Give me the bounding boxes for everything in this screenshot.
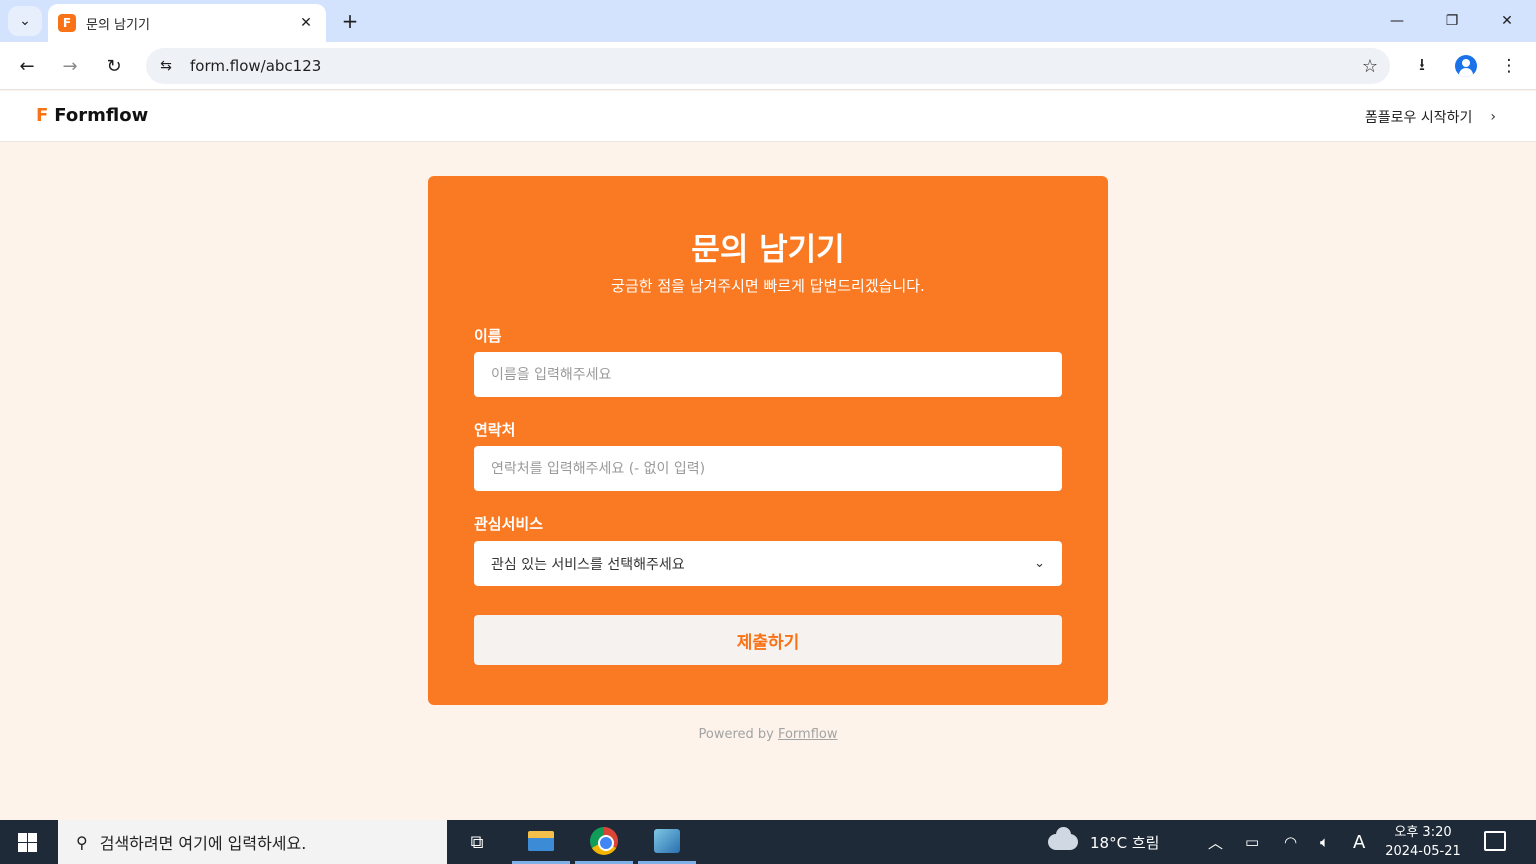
service-label: 관심서비스 <box>474 515 544 533</box>
submit-button[interactable]: 제출하기 <box>474 615 1062 665</box>
back-arrow-icon[interactable]: ← <box>13 52 41 80</box>
file-explorer-icon[interactable] <box>512 820 570 864</box>
contact-field[interactable] <box>474 446 1062 491</box>
search-icon: ⚲ <box>76 832 88 852</box>
chevron-right-icon: › <box>1490 109 1496 125</box>
browser-tab-active[interactable]: F 문의 남기기 ✕ <box>48 4 326 42</box>
browser-menu-icon[interactable]: ⋮ <box>1495 52 1523 80</box>
taskbar-search-placeholder: 검색하려면 여기에 입력하세요. <box>99 834 307 853</box>
chrome-icon[interactable] <box>575 820 633 864</box>
task-view-icon[interactable]: ⧉ <box>448 820 506 864</box>
form-subtitle: 궁금한 점을 남겨주시면 빠르게 답변드리겠습니다. <box>611 277 925 295</box>
clock-date: 2024-05-21 <box>1385 844 1461 859</box>
taskbar-clock[interactable]: 오후 3:20 2024-05-21 <box>1378 823 1468 861</box>
address-bar[interactable]: ⇆ form.flow/abc123 ☆ <box>146 48 1390 84</box>
inquiry-form-card: 문의 남기기 궁금한 점을 남겨주시면 빠르게 답변드리겠습니다. 이름 연락처… <box>428 176 1108 705</box>
powered-by-prefix: Powered by <box>698 727 778 742</box>
start-link-label: 폼플로우 시작하기 <box>1364 110 1473 126</box>
contact-input[interactable] <box>491 460 1045 477</box>
formflow-favicon-icon: F <box>58 14 76 32</box>
windows-start-icon[interactable] <box>12 831 44 853</box>
profile-avatar-icon[interactable] <box>1452 52 1480 80</box>
tab-title: 문의 남기기 <box>86 17 150 33</box>
browser-tabbar: ⌄ F 문의 남기기 ✕ + — ❐ ✕ <box>0 0 1536 42</box>
download-icon[interactable]: ⭳ <box>1408 52 1436 80</box>
new-tab-plus-icon[interactable]: + <box>338 9 362 33</box>
minimize-icon[interactable]: — <box>1382 8 1412 34</box>
weather-widget[interactable]: 18°C 흐림 <box>1048 820 1159 864</box>
contact-label: 연락처 <box>474 421 516 439</box>
notification-icon[interactable] <box>1484 831 1506 851</box>
taskbar-search-box[interactable]: ⚲ 검색하려면 여기에 입력하세요. <box>58 820 447 864</box>
start-formflow-link[interactable]: 폼플로우 시작하기 › <box>1365 107 1496 127</box>
chevron-down-icon: ⌄ <box>1034 556 1045 571</box>
reload-icon[interactable]: ↻ <box>100 52 128 80</box>
cloud-icon <box>1048 827 1078 850</box>
site-header: F Formflow 폼플로우 시작하기 › <box>0 91 1536 142</box>
formflow-logo[interactable]: F Formflow <box>36 105 148 126</box>
clock-time: 오후 3:20 <box>1394 825 1452 840</box>
powered-by-footer: Powered by Formflow <box>0 727 1536 742</box>
logo-text: Formflow <box>54 105 149 126</box>
service-select-value: 관심 있는 서비스를 선택해주세요 <box>491 556 685 573</box>
wifi-icon[interactable]: ◠ <box>1284 820 1297 864</box>
form-title: 문의 남기기 <box>691 232 845 268</box>
url-text[interactable]: form.flow/abc123 <box>190 57 1350 75</box>
ime-indicator[interactable]: A <box>1353 820 1365 864</box>
tab-close-icon[interactable]: ✕ <box>296 15 316 31</box>
volume-icon[interactable]: 🔈︎ <box>1320 820 1329 864</box>
window-close-icon[interactable]: ✕ <box>1492 8 1522 34</box>
app-window-icon[interactable] <box>638 820 696 864</box>
bookmark-star-icon[interactable]: ☆ <box>1350 56 1390 77</box>
name-label: 이름 <box>474 327 502 345</box>
show-hidden-icons-chevron-up-icon[interactable]: ︿ <box>1208 820 1223 864</box>
tab-search-chevron-down-icon[interactable]: ⌄ <box>8 6 42 36</box>
site-settings-icon[interactable]: ⇆ <box>156 58 176 74</box>
windows-taskbar: ⚲ 검색하려면 여기에 입력하세요. ⧉ 18°C 흐림 ︿ ▭ ◠ 🔈︎ A … <box>0 820 1536 864</box>
browser-toolbar: ← → ↻ ⇆ form.flow/abc123 ☆ ⭳ ⋮ <box>0 42 1536 90</box>
restore-icon[interactable]: ❐ <box>1437 8 1467 34</box>
battery-icon[interactable]: ▭ <box>1245 820 1259 864</box>
name-input[interactable] <box>491 366 1045 383</box>
formflow-logo-icon: F <box>36 105 49 126</box>
forward-arrow-icon[interactable]: → <box>56 52 84 80</box>
formflow-footer-link[interactable]: Formflow <box>778 727 838 742</box>
weather-text: 18°C 흐림 <box>1090 833 1160 852</box>
name-field[interactable] <box>474 352 1062 397</box>
service-select[interactable]: 관심 있는 서비스를 선택해주세요 ⌄ <box>474 541 1062 586</box>
